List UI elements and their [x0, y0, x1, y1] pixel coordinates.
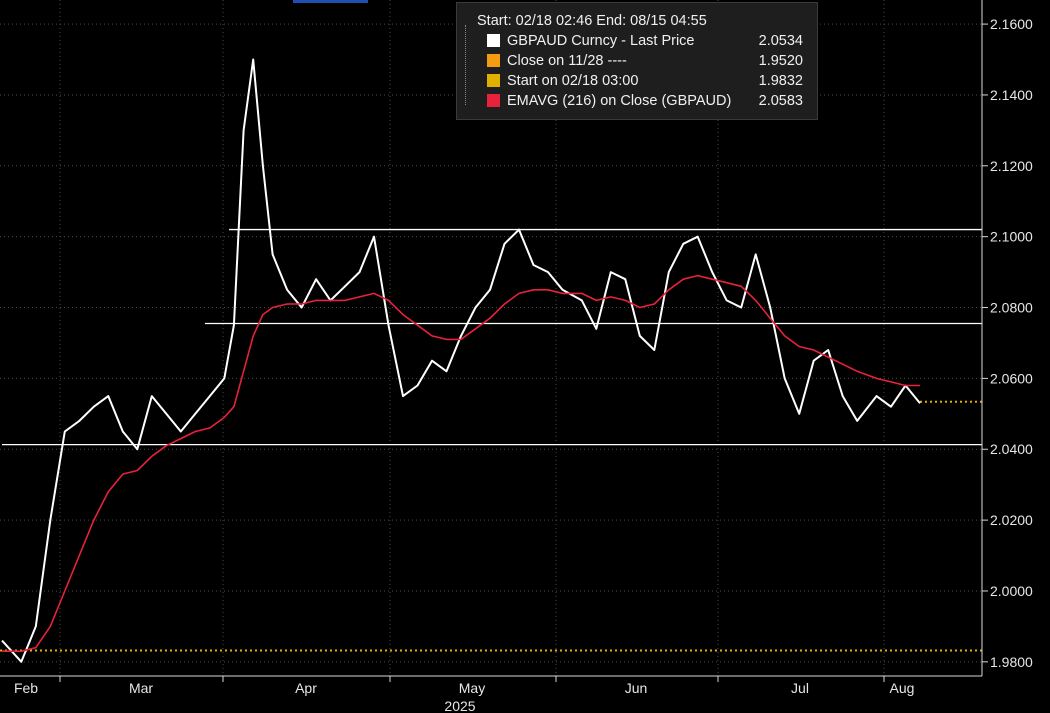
- y-axis: 2.1600 2.1400 2.1200 2.1000 2.0800 2.0600 2.04…: [981, 0, 1033, 676]
- x-tick-label: Jul: [791, 680, 809, 696]
- y-tick-label: 2.1200: [990, 158, 1033, 174]
- legend-swatch-close: [487, 54, 500, 67]
- y-tick-label: 2.0400: [990, 441, 1033, 457]
- legend-header: Start: 02/18 02:46 End: 08/15 04:55: [477, 13, 707, 29]
- y-tick-label: 2.0800: [990, 300, 1033, 316]
- x-year-label: 2025: [444, 698, 475, 713]
- y-tick-label: 2.0600: [990, 370, 1033, 386]
- x-axis: Feb Mar Apr May Jun Jul Aug 2025: [0, 675, 982, 713]
- series-emavg: [2, 274, 920, 652]
- legend-box: Start: 02/18 02:46 End: 08/15 04:55 GBPA…: [456, 2, 818, 120]
- legend-swatch-emavg: [487, 94, 500, 107]
- y-tick-label: 2.1000: [990, 229, 1033, 245]
- y-tick-label: 2.1600: [990, 16, 1033, 32]
- legend-swatch-start: [487, 74, 500, 87]
- legend-item-emavg[interactable]: EMAVG (216) on Close (GBPAUD) 2.0583: [465, 91, 809, 111]
- x-tick-label: May: [459, 680, 485, 696]
- legend-item-start[interactable]: Start on 02/18 03:00 1.9832: [465, 71, 809, 91]
- x-tick-label: Feb: [14, 680, 38, 696]
- series-last-price: [1, 58, 921, 663]
- legend-swatch-last-price: [487, 34, 500, 47]
- x-tick-label: Jun: [625, 680, 648, 696]
- legend-item-last-price[interactable]: GBPAUD Curncy - Last Price 2.0534: [465, 31, 809, 51]
- y-tick-label: 2.0000: [990, 583, 1033, 599]
- horizontal-levels: [0, 228, 982, 652]
- y-tick-label: 1.9800: [990, 654, 1033, 670]
- x-tick-label: Mar: [129, 680, 153, 696]
- x-tick-label: Apr: [295, 680, 317, 696]
- y-tick-label: 2.1400: [990, 87, 1033, 103]
- x-tick-label: Aug: [890, 680, 915, 696]
- legend-item-close[interactable]: Close on 11/28 ---- 1.9520: [465, 51, 809, 71]
- y-tick-label: 2.0200: [990, 512, 1033, 528]
- series-layer: [1, 58, 921, 663]
